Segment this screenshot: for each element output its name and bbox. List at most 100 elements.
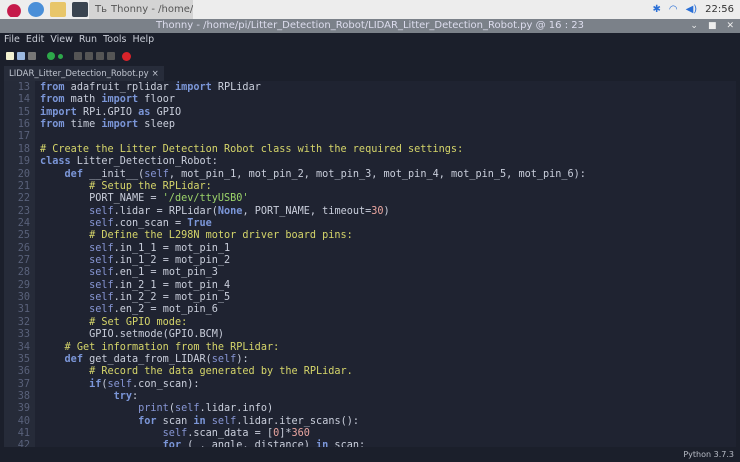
code-token — [40, 354, 65, 365]
code-token: # Create the Litter Detection Robot clas… — [40, 144, 463, 155]
code-text: for scan in self.lidar.iter_scans(): — [40, 416, 359, 428]
maximize-icon[interactable]: ■ — [708, 19, 717, 33]
line-number: 32 — [4, 317, 30, 329]
line-number: 14 — [4, 94, 30, 106]
code-token: self — [89, 255, 114, 266]
code-token — [40, 181, 89, 192]
code-token: in — [193, 416, 205, 427]
code-token: # Set GPIO mode: — [89, 317, 187, 328]
code-text: # Set GPIO mode: — [40, 317, 187, 329]
code-token: .in_1_2 = mot_pin_2 — [114, 255, 231, 266]
code-text: # Setup the RPLidar: — [40, 181, 212, 193]
line-number: 25 — [4, 230, 30, 242]
code-token: floor — [138, 94, 175, 105]
menu-help[interactable]: Help — [132, 33, 154, 47]
code-token — [40, 428, 163, 439]
minimize-icon[interactable]: ⌄ — [690, 19, 698, 33]
code-token: : — [132, 391, 138, 402]
code-text: self.en_1 = mot_pin_3 — [40, 267, 218, 279]
run-icon[interactable] — [47, 52, 55, 60]
open-file-icon[interactable] — [17, 52, 25, 60]
code-text: # Create the Litter Detection Robot clas… — [40, 144, 463, 156]
tab-lidar-file[interactable]: LIDAR_Litter_Detection_Robot.py × — [4, 66, 164, 82]
interpreter-label[interactable]: Python 3.7.3 — [683, 450, 734, 459]
menu-tools[interactable]: Tools — [103, 33, 126, 47]
code-token: time — [65, 119, 102, 130]
code-token: as — [138, 107, 150, 118]
code-token: self — [89, 243, 114, 254]
code-token: 30 — [371, 206, 383, 217]
code-token: # Get information from the RPLidar: — [65, 342, 280, 353]
code-token — [40, 403, 138, 414]
line-number: 15 — [4, 107, 30, 119]
code-text: from adafruit_rplidar import RPLidar — [40, 82, 261, 94]
task-label: Thonny - /home/pi/L... — [111, 4, 193, 15]
code-token: from — [40, 82, 65, 93]
menu-edit[interactable]: Edit — [26, 33, 44, 47]
code-token: self — [163, 428, 188, 439]
code-text: def __init__(self, mot_pin_1, mot_pin_2,… — [40, 169, 586, 181]
menu-file[interactable]: File — [4, 33, 20, 47]
code-token — [40, 379, 89, 390]
code-token: self — [89, 267, 114, 278]
code-token: , mot_pin_1, mot_pin_2, mot_pin_3, mot_p… — [169, 169, 586, 180]
code-token: sleep — [138, 119, 175, 130]
code-editor[interactable]: 13 from adafruit_rplidar import RPLidar 14… — [4, 81, 736, 447]
line-number: 21 — [4, 181, 30, 193]
code-token — [40, 280, 89, 291]
terminal-icon[interactable] — [72, 2, 88, 17]
menu-run[interactable]: Run — [79, 33, 97, 47]
code-text: GPIO.setmode(GPIO.BCM) — [40, 329, 224, 341]
code-token: if — [89, 379, 101, 390]
save-icon[interactable] — [28, 52, 36, 60]
code-token — [40, 267, 89, 278]
window-titlebar: Thonny - /home/pi/Litter_Detection_Robot… — [0, 19, 740, 33]
line-number: 37 — [4, 379, 30, 391]
code-token: .in_1_1 = mot_pin_1 — [114, 243, 231, 254]
line-number: 29 — [4, 280, 30, 292]
code-token: .in_2_1 = mot_pin_4 — [114, 280, 231, 291]
code-token: .en_2 = mot_pin_6 — [114, 304, 218, 315]
code-token: Litter_Detection_Robot: — [71, 156, 218, 167]
new-file-icon[interactable] — [6, 52, 14, 60]
line-number: 16 — [4, 119, 30, 131]
line-number: 33 — [4, 329, 30, 341]
bluetooth-icon[interactable]: ✱ — [652, 4, 660, 15]
code-token: self — [89, 292, 114, 303]
code-text: # Record the data generated by the RPLid… — [40, 366, 353, 378]
debug-icon[interactable] — [58, 54, 63, 59]
code-token: self — [212, 354, 237, 365]
menu-view[interactable]: View — [50, 33, 73, 47]
code-token — [40, 206, 89, 217]
thonny-icon: Ть — [95, 4, 107, 15]
browser-icon[interactable] — [28, 2, 44, 17]
code-token — [40, 255, 89, 266]
code-token: print — [138, 403, 169, 414]
wifi-icon[interactable]: ◠ — [669, 4, 678, 15]
step-into-icon[interactable] — [85, 52, 93, 60]
code-token: '/dev/ttyUSB0' — [163, 193, 249, 204]
step-out-icon[interactable] — [96, 52, 104, 60]
stop-icon[interactable] — [122, 52, 131, 61]
code-token: from — [40, 94, 65, 105]
file-manager-icon[interactable] — [50, 2, 66, 17]
close-icon[interactable]: ✕ — [726, 19, 734, 33]
taskbar-thonny-button[interactable]: Ть Thonny - /home/pi/L... — [89, 0, 193, 19]
code-token: True — [187, 218, 212, 229]
code-token: self — [144, 169, 169, 180]
code-token: ) — [384, 206, 390, 217]
resume-icon[interactable] — [107, 52, 115, 60]
code-token: RPLidar — [212, 82, 261, 93]
raspberry-menu-icon[interactable] — [6, 2, 22, 17]
code-text: self.in_1_1 = mot_pin_1 — [40, 243, 230, 255]
code-token — [40, 416, 138, 427]
code-token: from — [40, 119, 65, 130]
line-number: 13 — [4, 82, 30, 94]
code-token: .lidar.info) — [200, 403, 274, 414]
code-token: # Setup the RPLidar: — [89, 181, 212, 192]
code-token: # Define the L298N motor driver board pi… — [89, 230, 353, 241]
line-number: 19 — [4, 156, 30, 168]
volume-icon[interactable]: ◀) — [686, 4, 698, 15]
step-over-icon[interactable] — [74, 52, 82, 60]
tab-close-icon[interactable]: × — [152, 66, 159, 82]
